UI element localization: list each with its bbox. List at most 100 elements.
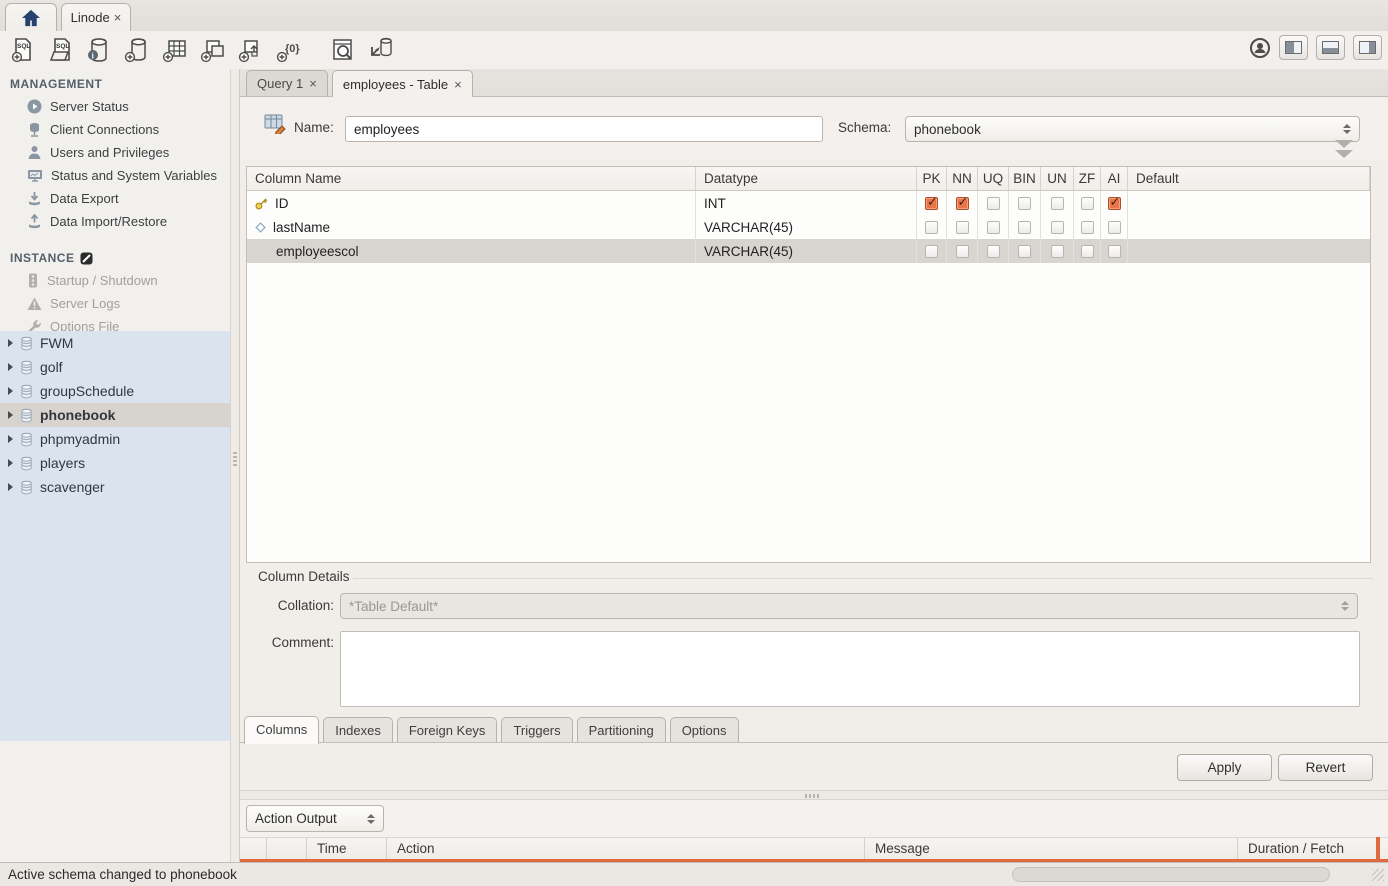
sidebar-item-startup-shutdown[interactable]: Startup / Shutdown — [0, 269, 230, 292]
header-un[interactable]: UN — [1041, 167, 1074, 190]
sidebar-item-server-logs[interactable]: Server Logs — [0, 292, 230, 315]
nn-checkbox[interactable] — [956, 197, 969, 210]
schema-item-players[interactable]: players — [0, 451, 230, 475]
zf-checkbox[interactable] — [1081, 221, 1094, 234]
bin-checkbox[interactable] — [1018, 221, 1031, 234]
output-splitter[interactable] — [240, 790, 1388, 800]
sidebar-item-server-status[interactable]: Server Status — [0, 95, 230, 118]
close-icon[interactable]: × — [114, 10, 122, 25]
column-row-lastname[interactable]: lastName VARCHAR(45) — [247, 215, 1370, 239]
expander-icon[interactable] — [8, 363, 13, 371]
tab-query-1[interactable]: Query 1 × — [246, 70, 328, 96]
create-function-icon[interactable]: {0} — [274, 36, 304, 64]
toggle-output-area-button[interactable] — [1316, 35, 1345, 60]
create-schema-icon[interactable] — [122, 36, 152, 64]
expander-icon[interactable] — [8, 387, 13, 395]
header-default[interactable]: Default — [1128, 167, 1370, 190]
comment-textarea[interactable] — [340, 631, 1360, 707]
tab-indexes[interactable]: Indexes — [323, 717, 393, 743]
table-name-input[interactable] — [345, 116, 823, 142]
header-datatype[interactable]: Datatype — [696, 167, 917, 190]
schema-inspector-icon[interactable]: i — [84, 36, 114, 64]
sidebar-item-users-privileges[interactable]: Users and Privileges — [0, 141, 230, 164]
header-zf[interactable]: ZF — [1074, 167, 1101, 190]
schema-item-fwm[interactable]: FWM — [0, 331, 230, 355]
reconnect-dbms-icon[interactable] — [366, 36, 396, 64]
pk-checkbox[interactable] — [925, 221, 938, 234]
schema-item-phpmyadmin[interactable]: phpmyadmin — [0, 427, 230, 451]
schema-item-golf[interactable]: golf — [0, 355, 230, 379]
expander-icon[interactable] — [8, 411, 13, 419]
header-bin[interactable]: BIN — [1009, 167, 1041, 190]
close-icon[interactable]: × — [454, 77, 462, 92]
un-checkbox[interactable] — [1051, 197, 1064, 210]
tab-columns[interactable]: Columns — [244, 716, 319, 744]
uq-checkbox[interactable] — [987, 197, 1000, 210]
create-table-icon[interactable] — [160, 36, 190, 64]
un-checkbox[interactable] — [1051, 245, 1064, 258]
schema-select[interactable]: phonebook — [905, 116, 1360, 142]
uq-checkbox[interactable] — [987, 221, 1000, 234]
header-ai[interactable]: AI — [1101, 167, 1128, 190]
un-checkbox[interactable] — [1051, 221, 1064, 234]
schema-item-scavenger[interactable]: scavenger — [0, 475, 230, 499]
sidebar-item-client-connections[interactable]: Client Connections — [0, 118, 230, 141]
horizontal-scrollbar-thumb[interactable] — [1012, 867, 1330, 882]
create-view-icon[interactable] — [198, 36, 228, 64]
instance-actions-icon[interactable] — [80, 252, 93, 265]
create-procedure-icon[interactable] — [236, 36, 266, 64]
uq-checkbox[interactable] — [987, 245, 1000, 258]
sidebar-item-data-export[interactable]: Data Export — [0, 187, 230, 210]
header-message[interactable]: Message — [865, 838, 1238, 859]
column-row-employeescol[interactable]: employeescol VARCHAR(45) — [247, 239, 1370, 263]
ai-checkbox[interactable] — [1108, 197, 1121, 210]
header-column-name[interactable]: Column Name — [247, 167, 696, 190]
expander-icon[interactable] — [8, 483, 13, 491]
pk-checkbox[interactable] — [925, 245, 938, 258]
collapse-header-icon[interactable] — [1335, 140, 1353, 160]
tab-partitioning[interactable]: Partitioning — [577, 717, 666, 743]
pk-checkbox[interactable] — [925, 197, 938, 210]
output-selector[interactable]: Action Output — [246, 805, 384, 832]
sidebar-item-status-system-variables[interactable]: Status and System Variables — [0, 164, 230, 187]
nn-checkbox[interactable] — [956, 245, 969, 258]
ai-checkbox[interactable] — [1108, 221, 1121, 234]
spinner-icon[interactable] — [367, 806, 375, 831]
ai-checkbox[interactable] — [1108, 245, 1121, 258]
header-time[interactable]: Time — [307, 838, 387, 859]
toggle-left-sidebar-button[interactable] — [1279, 35, 1308, 60]
expander-icon[interactable] — [8, 339, 13, 347]
connection-tab[interactable]: Linode × — [61, 3, 131, 31]
schema-item-phonebook[interactable]: phonebook — [0, 403, 230, 427]
bin-checkbox[interactable] — [1018, 245, 1031, 258]
connection-status-icon[interactable] — [1249, 37, 1271, 59]
header-action[interactable]: Action — [387, 838, 865, 859]
zf-checkbox[interactable] — [1081, 197, 1094, 210]
expander-icon[interactable] — [8, 459, 13, 467]
zf-checkbox[interactable] — [1081, 245, 1094, 258]
toggle-right-sidebar-button[interactable] — [1353, 35, 1382, 60]
spinner-icon[interactable] — [1343, 117, 1351, 141]
search-table-data-icon[interactable] — [328, 36, 358, 64]
header-duration-fetch[interactable]: Duration / Fetch — [1238, 838, 1388, 859]
window-resize-grip[interactable] — [1372, 869, 1384, 881]
bin-checkbox[interactable] — [1018, 197, 1031, 210]
new-sql-tab-icon[interactable]: SQL — [8, 36, 38, 64]
tab-foreign-keys[interactable]: Foreign Keys — [397, 717, 498, 743]
tab-options[interactable]: Options — [670, 717, 739, 743]
schema-item-groupschedule[interactable]: groupSchedule — [0, 379, 230, 403]
tab-employees-table[interactable]: employees - Table × — [332, 70, 473, 97]
home-tab[interactable] — [5, 3, 57, 31]
close-icon[interactable]: × — [309, 76, 317, 91]
open-sql-script-icon[interactable]: SQL — [46, 36, 76, 64]
collation-select[interactable]: *Table Default* — [340, 593, 1358, 619]
header-nn[interactable]: NN — [947, 167, 978, 190]
nn-checkbox[interactable] — [956, 221, 969, 234]
revert-button[interactable]: Revert — [1278, 754, 1373, 781]
expander-icon[interactable] — [8, 435, 13, 443]
header-pk[interactable]: PK — [917, 167, 947, 190]
tab-triggers[interactable]: Triggers — [501, 717, 572, 743]
header-uq[interactable]: UQ — [978, 167, 1009, 190]
column-row-id[interactable]: ID INT — [247, 191, 1370, 215]
sidebar-item-data-import[interactable]: Data Import/Restore — [0, 210, 230, 233]
